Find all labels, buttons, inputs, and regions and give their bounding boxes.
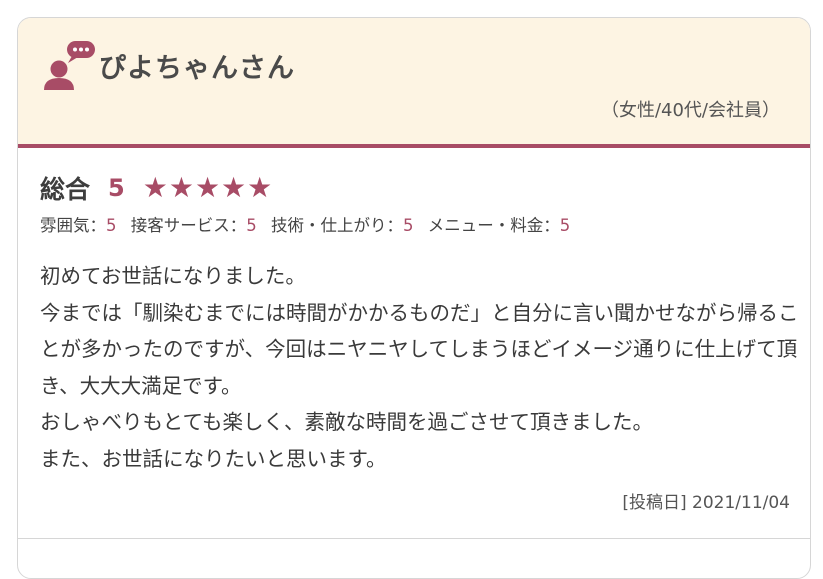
user-comment-icon <box>40 38 100 98</box>
sub-rating-technique: 技術・仕上がり：5 <box>271 216 414 235</box>
post-date: [投稿日] 2021/11/04 <box>622 493 790 513</box>
review-text: 初めてお世話になりました。 今までは「馴染むまでには時間がかかるものだ」と自分に… <box>40 264 799 471</box>
overall-rating: 総合 5 ★ ★ ★ ★ ★ <box>40 168 579 208</box>
sub-rating-value: 5 <box>403 216 414 235</box>
star-icon: ★ <box>221 171 247 204</box>
sub-rating-label: 技術・仕上がり： <box>271 216 403 235</box>
star-rating: ★ ★ ★ ★ ★ <box>143 174 274 202</box>
rating-section: 総合 5 ★ ★ ★ ★ ★ 雰囲気：5 接客サービス：5 技術・仕上がり：5 メニュー… <box>40 168 579 236</box>
review-card: ぴよちゃんさん （女性/40代/会社員） 総合 5 ★ ★ ★ ★ ★ 雰囲気：5 接客… <box>17 17 811 579</box>
star-icon: ★ <box>247 171 273 204</box>
star-icon: ★ <box>142 171 168 204</box>
sub-rating-label: 雰囲気： <box>40 216 106 235</box>
star-icon: ★ <box>194 171 221 204</box>
sub-rating-value: 5 <box>559 216 571 235</box>
sub-rating-value: 5 <box>246 216 257 235</box>
sub-rating-value: 5 <box>106 216 117 235</box>
sub-ratings: 雰囲気：5 接客サービス：5 技術・仕上がり：5 メニュー・料金：5 <box>40 212 579 236</box>
overall-label: 総合 <box>40 175 91 204</box>
sub-rating-service: 接客サービス：5 <box>131 216 257 235</box>
review-header: ぴよちゃんさん （女性/40代/会社員） <box>18 18 810 148</box>
reviewer-name: ぴよちゃんさん <box>99 53 295 84</box>
sub-rating-atmosphere: 雰囲気：5 <box>40 216 117 235</box>
divider <box>18 538 810 539</box>
sub-rating-label: メニュー・料金： <box>427 216 560 235</box>
star-icon: ★ <box>168 171 194 204</box>
overall-score: 5 <box>108 174 125 202</box>
sub-rating-label: 接客サービス： <box>130 216 247 235</box>
sub-rating-price: メニュー・料金：5 <box>428 216 571 235</box>
reviewer-meta: （女性/40代/会社員） <box>600 100 780 121</box>
